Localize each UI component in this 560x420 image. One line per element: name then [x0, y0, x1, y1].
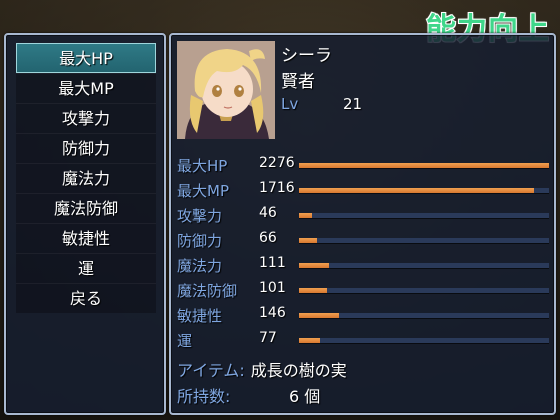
- character-face-image: [177, 41, 275, 139]
- stat-row-attack: 攻撃力 46: [177, 203, 552, 228]
- stat-gauge: [299, 263, 549, 268]
- stat-row-defense: 防御力 66: [177, 228, 552, 253]
- stat-label: 魔法力: [177, 257, 223, 275]
- stat-gauge-fill: [299, 263, 329, 268]
- owned-count: 6 個: [289, 387, 321, 406]
- owned-label: 所持数:: [177, 387, 231, 406]
- stat-value: 1716: [259, 180, 295, 196]
- stat-gauge-fill: [299, 288, 327, 293]
- stat-row-magic-defense: 魔法防御 101: [177, 278, 552, 303]
- status-window: シーラ 賢者 Lv 21 最大HP 2276 最大MP 1716 攻撃力 46 …: [169, 33, 556, 415]
- stat-gauge: [299, 163, 549, 168]
- item-label: アイテム:: [177, 361, 245, 380]
- command-max-hp[interactable]: 最大HP: [16, 43, 156, 73]
- stat-label: 敏捷性: [177, 307, 223, 325]
- level-value: 21: [343, 95, 363, 113]
- stat-value: 66: [259, 230, 277, 246]
- stat-gauge-fill: [299, 188, 534, 193]
- stat-gauge-fill: [299, 313, 339, 318]
- stat-row-max-mp: 最大MP 1716: [177, 178, 552, 203]
- command-magic-defense[interactable]: 魔法防御: [16, 193, 156, 223]
- command-list: 最大HP 最大MP 攻撃力 防御力 魔法力 魔法防御 敏捷性 運 戻る: [16, 43, 156, 313]
- command-defense[interactable]: 防御力: [16, 133, 156, 163]
- command-magic-attack[interactable]: 魔法力: [16, 163, 156, 193]
- stat-gauge: [299, 188, 549, 193]
- stat-value: 77: [259, 330, 277, 346]
- stat-gauge: [299, 313, 549, 318]
- stat-label: 防御力: [177, 232, 223, 250]
- stat-gauge-fill: [299, 163, 549, 168]
- command-back[interactable]: 戻る: [16, 283, 156, 313]
- owned-info: 所持数: 6 個: [177, 383, 320, 407]
- stat-gauge-fill: [299, 213, 312, 218]
- stat-gauge-fill: [299, 338, 321, 343]
- stat-value: 101: [259, 280, 286, 296]
- stat-gauge-fill: [299, 238, 317, 243]
- command-window: 最大HP 最大MP 攻撃力 防御力 魔法力 魔法防御 敏捷性 運 戻る: [4, 33, 166, 415]
- item-name: 成長の樹の実: [250, 361, 347, 380]
- stat-gauge: [299, 338, 549, 343]
- stat-row-max-hp: 最大HP 2276: [177, 153, 552, 178]
- stat-label: 魔法防御: [177, 282, 238, 300]
- stat-label: 運: [177, 332, 193, 350]
- character-portrait: [177, 41, 275, 139]
- stat-label: 最大HP: [177, 157, 228, 175]
- stat-row-magic-attack: 魔法力 111: [177, 253, 552, 278]
- stat-value: 46: [259, 205, 277, 221]
- stat-label: 攻撃力: [177, 207, 223, 225]
- character-class: 賢者: [281, 72, 315, 92]
- stat-label: 最大MP: [177, 182, 229, 200]
- character-name: シーラ: [281, 46, 332, 66]
- level-label: Lv: [281, 95, 299, 113]
- stat-value: 2276: [259, 155, 295, 171]
- command-attack[interactable]: 攻撃力: [16, 103, 156, 133]
- stat-list: 最大HP 2276 最大MP 1716 攻撃力 46 防御力 66 魔法力 11…: [177, 153, 552, 353]
- stat-value: 111: [259, 255, 286, 271]
- item-info: アイテム: 成長の樹の実: [177, 357, 347, 381]
- command-luck[interactable]: 運: [16, 253, 156, 283]
- stat-value: 146: [259, 305, 286, 321]
- command-agility[interactable]: 敏捷性: [16, 223, 156, 253]
- stat-row-agility: 敏捷性 146: [177, 303, 552, 328]
- stat-gauge: [299, 213, 549, 218]
- command-max-mp[interactable]: 最大MP: [16, 73, 156, 103]
- stat-row-luck: 運 77: [177, 328, 552, 353]
- stat-gauge: [299, 238, 549, 243]
- stat-gauge: [299, 288, 549, 293]
